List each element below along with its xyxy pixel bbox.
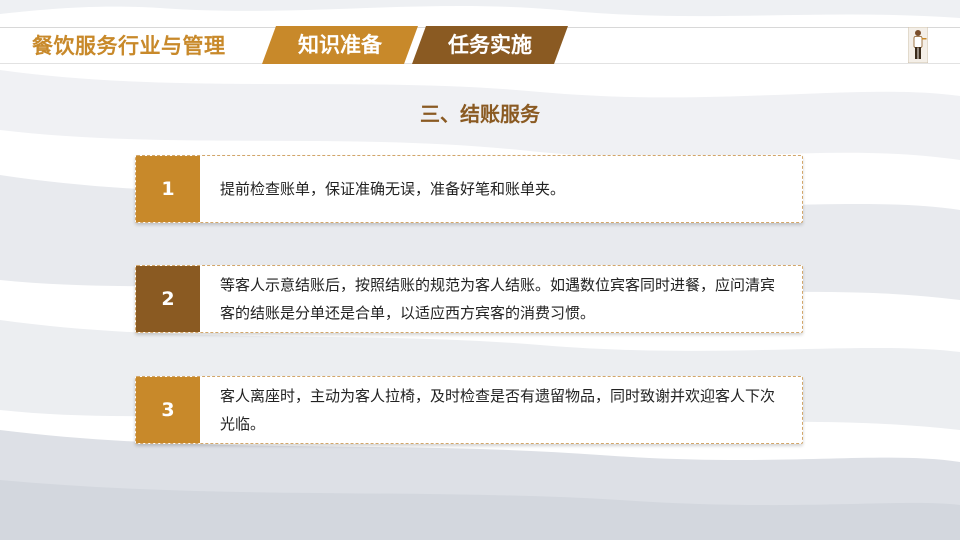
course-title: 餐饮服务行业与管理 (32, 34, 226, 58)
tab-knowledge-preparation[interactable]: 知识准备 (262, 26, 418, 64)
step-text: 提前检查账单，保证准确无误，准备好笔和账单夹。 (220, 180, 566, 198)
step-card-1: 1 提前检查账单，保证准确无误，准备好笔和账单夹。 (135, 155, 803, 223)
step-card-3: 3 客人离座时，主动为客人拉椅，及时检查是否有遗留物品，同时致谢并欢迎客人下次光… (135, 376, 803, 444)
step-text: 等客人示意结账后，按照结账的规范为客人结账。如遇数位宾客同时进餐，应问清宾客的结… (220, 276, 776, 322)
step-text: 客人离座时，主动为客人拉椅，及时检查是否有遗留物品，同时致谢并欢迎客人下次光临。 (220, 387, 776, 433)
waiter-figure-icon (908, 27, 928, 63)
section-title: 三、结账服务 (420, 102, 540, 126)
step-number: 3 (136, 377, 200, 443)
tab-task-implementation[interactable]: 任务实施 (412, 26, 568, 64)
step-number: 1 (136, 156, 200, 222)
step-card-2: 2 等客人示意结账后，按照结账的规范为客人结账。如遇数位宾客同时进餐，应问清宾客… (135, 265, 803, 333)
step-number: 2 (136, 266, 200, 332)
